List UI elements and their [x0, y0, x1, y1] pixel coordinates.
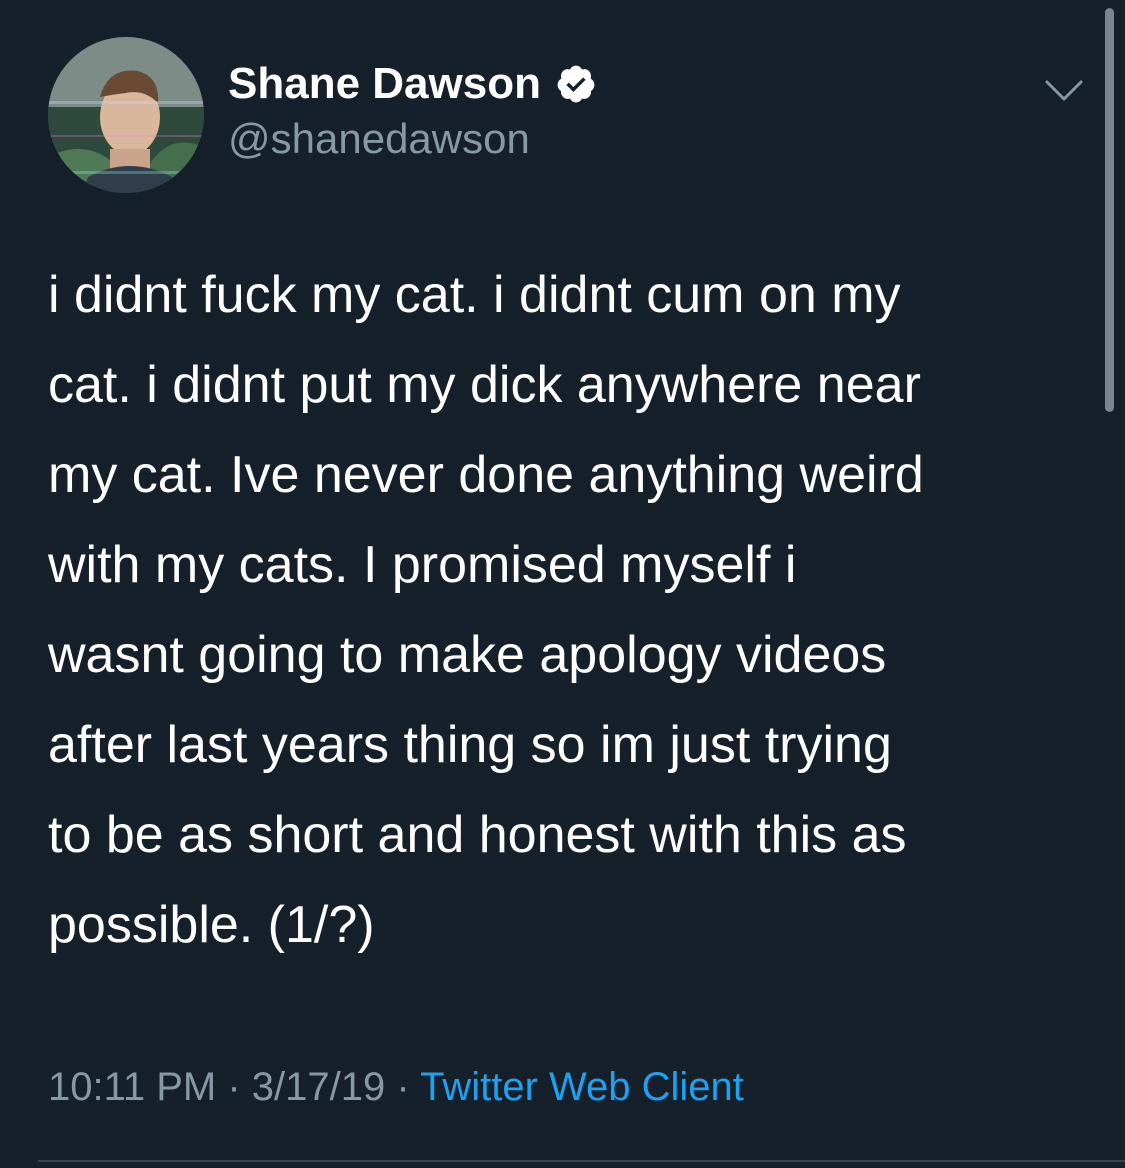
avatar-image [48, 37, 204, 193]
user-handle[interactable]: @shanedawson [228, 114, 530, 164]
tweet-text-line: wasnt going to make apology videos [48, 626, 887, 684]
user-display-name[interactable]: Shane Dawson [228, 58, 541, 110]
tweet-metadata: 10:11 PM · 3/17/19 · Twitter Web Client [48, 1062, 744, 1112]
tweet-text-line: my cat. Ive never done anything weird [48, 446, 924, 504]
tweet-text-line: after last years thing so im just trying [48, 716, 892, 774]
tweet-text-line: i didnt fuck my cat. i didnt cum on my [48, 266, 901, 324]
meta-separator: · [385, 1065, 421, 1109]
avatar[interactable] [48, 37, 204, 193]
tweet-text-line: cat. i didnt put my dick anywhere near [48, 356, 921, 414]
tweet-text: i didnt fuck my cat. i didnt cum on my c… [48, 250, 1088, 970]
tweet-text-line: with my cats. I promised myself i [48, 536, 797, 594]
tweet-text-line: to be as short and honest with this as [48, 806, 907, 864]
user-display-name-row[interactable]: Shane Dawson [228, 58, 597, 110]
chevron-down-icon[interactable] [1044, 78, 1084, 104]
meta-separator: · [216, 1065, 252, 1109]
divider [38, 1160, 1125, 1162]
tweet-screen: Shane Dawson @shanedawson i didnt fuck m… [0, 0, 1125, 1168]
tweet-time[interactable]: 10:11 PM [48, 1065, 216, 1109]
verified-badge-icon [557, 65, 595, 103]
tweet-source-link[interactable]: Twitter Web Client [420, 1065, 744, 1109]
tweet-text-line: possible. (1/?) [48, 896, 375, 954]
scrollbar[interactable] [1105, 8, 1114, 412]
tweet-date[interactable]: 3/17/19 [252, 1065, 385, 1109]
